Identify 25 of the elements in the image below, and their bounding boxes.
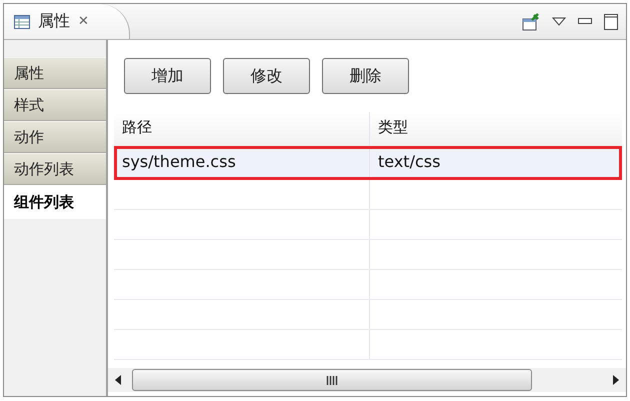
maximize-icon[interactable] [604,14,618,30]
minimize-icon[interactable] [578,18,592,25]
side-tab[interactable]: 动作列表 [4,153,106,185]
table-icon [14,14,30,28]
dropdown-icon[interactable] [552,16,566,26]
horizontal-scrollbar[interactable] [108,368,626,392]
column-header[interactable]: 类型 [370,112,622,146]
close-icon[interactable]: ✕ [78,14,89,29]
table-cell: sys/theme.css [122,152,236,171]
view-tab[interactable]: 属性 ✕ [4,4,130,39]
grip-icon [326,376,338,384]
action-button[interactable]: 修改 [223,58,310,94]
side-tab[interactable]: 组件列表 [4,185,106,219]
scroll-right-icon[interactable] [612,375,620,385]
action-button[interactable]: 增加 [124,58,211,94]
scroll-thumb[interactable] [132,369,532,391]
side-tab[interactable]: 动作 [4,121,106,153]
table-row[interactable]: sys/theme.css text/css [114,146,622,180]
view-tab-title: 属性 [38,11,70,32]
side-tab[interactable]: 属性 [4,57,106,89]
action-button[interactable]: 删除 [322,58,409,94]
table-cell: text/css [378,152,440,171]
pin-icon[interactable] [522,12,540,30]
scroll-left-icon[interactable] [114,375,122,385]
side-tab[interactable]: 样式 [4,89,106,121]
